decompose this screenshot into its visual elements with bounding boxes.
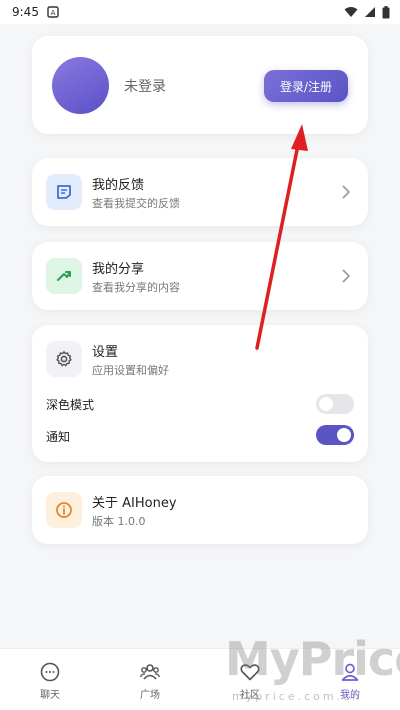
chat-icon <box>40 662 60 682</box>
chevron-right-icon <box>342 185 351 199</box>
share-subtitle: 查看我分享的内容 <box>92 281 180 294</box>
login-register-button[interactable]: 登录/注册 <box>264 70 348 102</box>
chevron-right-icon <box>342 269 351 283</box>
profile-status-text: 未登录 <box>124 79 166 95</box>
svg-text:A: A <box>51 9 56 17</box>
feedback-subtitle: 查看我提交的反馈 <box>92 197 180 210</box>
wifi-icon <box>344 7 358 17</box>
feedback-title: 我的反馈 <box>92 178 145 193</box>
signal-icon <box>365 7 375 17</box>
info-icon <box>46 492 82 528</box>
notification-toggle[interactable] <box>316 425 354 445</box>
plaza-icon <box>139 664 161 680</box>
watermark: MyPrice <box>225 632 400 686</box>
gear-icon <box>46 341 82 377</box>
toggle-knob <box>337 428 351 442</box>
my-share-item[interactable]: 我的分享 查看我分享的内容 <box>32 242 368 310</box>
battery-icon <box>382 5 390 18</box>
my-feedback-item[interactable]: 我的反馈 查看我提交的反馈 <box>32 158 368 226</box>
version-text: 版本 1.0.0 <box>92 515 146 528</box>
feedback-icon <box>46 174 82 210</box>
profile-card: 未登录 登录/注册 <box>32 36 368 134</box>
dark-mode-toggle[interactable] <box>316 394 354 414</box>
share-title: 我的分享 <box>92 262 145 277</box>
status-bar: 9:45 A <box>0 0 400 24</box>
share-icon <box>46 258 82 294</box>
about-title: 关于 AIHoney <box>92 496 177 511</box>
nav-label: 聊天 <box>40 690 60 701</box>
settings-card: 设置 应用设置和偏好 深色模式 通知 <box>32 325 368 462</box>
status-icons <box>344 5 390 19</box>
settings-title: 设置 <box>92 345 119 360</box>
notification-a-icon: A <box>47 6 59 18</box>
nav-plaza[interactable]: 广场 <box>100 649 200 710</box>
toggle-knob <box>319 397 333 411</box>
notification-label: 通知 <box>46 430 71 444</box>
about-item[interactable]: 关于 AIHoney 版本 1.0.0 <box>32 476 368 544</box>
nav-chat[interactable]: 聊天 <box>0 649 100 710</box>
avatar[interactable] <box>52 57 109 114</box>
dark-mode-label: 深色模式 <box>46 398 95 412</box>
settings-subtitle: 应用设置和偏好 <box>92 364 169 377</box>
nav-label: 广场 <box>140 690 160 701</box>
status-time: 9:45 <box>12 5 39 19</box>
watermark-url: myprice.com.cn <box>232 690 363 703</box>
